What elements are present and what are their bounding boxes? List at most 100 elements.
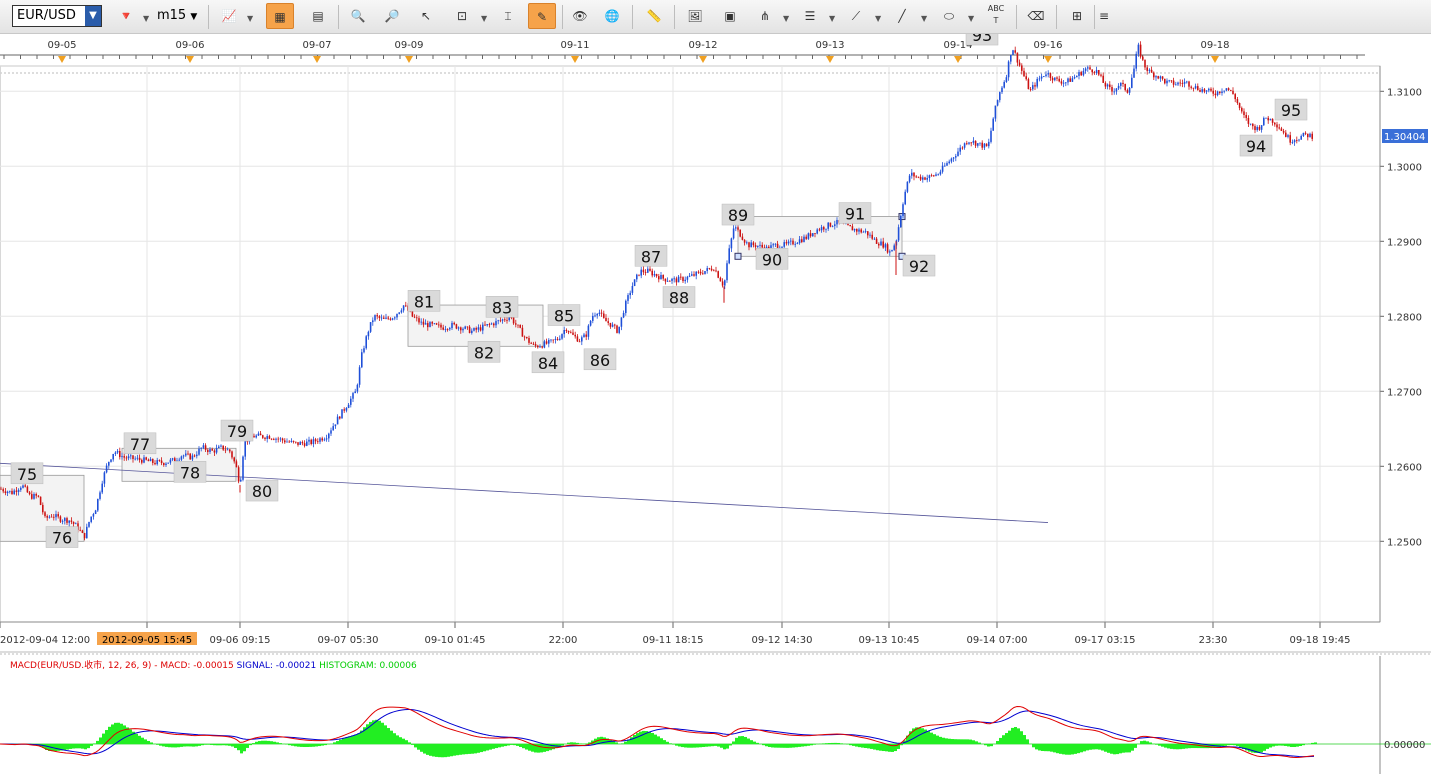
candle-body [1007, 61, 1010, 78]
macd-histogram-bar [1314, 742, 1317, 744]
macd-histogram-bar [675, 744, 678, 746]
chevron-down-icon[interactable]: ▼ [829, 14, 835, 23]
chevron-down-icon[interactable]: ▼ [85, 6, 101, 26]
timeframe-select[interactable]: m15 ▼ [157, 8, 197, 23]
candle-body [1025, 76, 1027, 80]
macd-histogram-bar [603, 737, 606, 744]
line-tool-icon[interactable]: ⟋ [842, 3, 870, 29]
candle-body [1197, 86, 1199, 90]
bar-chart-icon[interactable]: ▤ [304, 3, 332, 29]
draw-icon[interactable]: ✎ [528, 3, 556, 29]
zoom-out-icon[interactable]: 🔎 [378, 3, 406, 29]
candle-body [477, 327, 480, 330]
text-icon[interactable]: ABC T [982, 3, 1010, 29]
candle-body [759, 244, 761, 246]
ruler-icon[interactable]: 📏 [640, 3, 668, 29]
image-icon[interactable]: 🖼 [681, 3, 709, 29]
candle-body [682, 277, 684, 282]
macd-histogram-bar [648, 731, 651, 744]
globe-icon[interactable]: 🌐 [598, 3, 626, 29]
wave-label-text: 80 [252, 482, 272, 501]
chevron-down-icon[interactable]: ▼ [968, 14, 974, 23]
candle-body [1091, 69, 1093, 73]
candle-body [405, 305, 407, 307]
more-icon[interactable]: ≡ [1094, 3, 1114, 29]
candle-body [453, 322, 455, 325]
box-handle [734, 252, 742, 260]
macd-legend-entry: SIGNAL: -0.00021 [237, 661, 319, 671]
chevron-down-icon[interactable]: ▼ [875, 14, 881, 23]
object-tree-icon[interactable]: ⊞ [1063, 3, 1091, 29]
wave-label: 90 [755, 248, 789, 270]
candle-body [473, 328, 475, 331]
macd-histogram-bar [147, 740, 150, 744]
macd-histogram-bar [705, 744, 708, 747]
pitchfork-icon[interactable]: ⋔ [751, 3, 779, 29]
eye-icon[interactable]: 👁 [566, 3, 594, 29]
macd-histogram-bar [495, 744, 498, 749]
zoom-in-icon[interactable]: 🔍 [344, 3, 372, 29]
candle-body [968, 142, 970, 144]
cursor-icon[interactable]: ↖ [412, 3, 440, 29]
wave-label-text: 89 [728, 206, 748, 225]
macd-histogram-bar [1074, 744, 1077, 754]
template-icon[interactable]: ▣ [716, 3, 744, 29]
candle-body [493, 323, 495, 326]
candle-body [741, 236, 744, 240]
macd-histogram-bar [288, 744, 291, 746]
macd-histogram-bar [720, 744, 723, 748]
macd-histogram-bar [1092, 744, 1095, 750]
symbol-select[interactable]: EUR/USD ▼ [12, 5, 102, 27]
candle-body [1146, 67, 1148, 71]
y-tick-label: 1.3000 [1387, 162, 1422, 173]
macd-histogram-bar [1263, 744, 1266, 751]
ellipse-icon[interactable]: ⬭ [935, 3, 963, 29]
candle-body [1051, 77, 1054, 81]
candle-body [167, 462, 169, 464]
candle-body [339, 416, 341, 419]
macd-histogram-bar [315, 744, 318, 747]
candle-body [1023, 70, 1025, 77]
candlestick-icon[interactable]: ▦ [266, 3, 294, 29]
macd-histogram-bar [1122, 744, 1125, 753]
date-marker-icon [699, 56, 707, 63]
fibonacci-icon[interactable]: ☰ [796, 3, 824, 29]
trend-line-icon[interactable]: ╱ [888, 3, 916, 29]
candle-body [1276, 124, 1278, 128]
macd-histogram-bar [321, 744, 324, 746]
crosshair-icon[interactable]: ⌶ [494, 3, 522, 29]
candle-body [1205, 90, 1208, 92]
chevron-down-icon[interactable]: ▼ [143, 14, 149, 23]
macd-histogram-bar [399, 737, 402, 744]
candle-body [928, 175, 931, 179]
macd-histogram-bar [585, 743, 588, 744]
chevron-down-icon[interactable]: ▼ [247, 14, 253, 23]
macd-histogram-bar [1158, 744, 1161, 746]
candle-body [13, 490, 15, 495]
macd-histogram-bar [1056, 744, 1059, 754]
macd-histogram-bar [642, 730, 645, 744]
candle-body [1256, 126, 1258, 131]
chevron-down-icon[interactable]: ▼ [783, 14, 789, 23]
candle-body [1131, 77, 1133, 88]
macd-histogram-bar [921, 728, 924, 744]
candle-body [1058, 78, 1060, 82]
candle-body [295, 441, 297, 443]
macd-histogram-bar [159, 744, 162, 746]
symbol-value: EUR/USD [17, 8, 76, 23]
candle-body [1104, 82, 1107, 87]
chart-type-icon[interactable]: 📈 [215, 3, 243, 29]
candle-body [787, 241, 790, 244]
candle-body [429, 322, 431, 328]
zoom-area-icon[interactable]: ⊡ [448, 3, 476, 29]
chevron-down-icon[interactable]: ▼ [921, 14, 927, 23]
time-tick-label: 09-11 18:15 [642, 635, 703, 646]
macd-histogram-bar [537, 744, 540, 753]
price-chart[interactable]: 09-05 09-06 09-07 09-09 09-11 09-12 09-13 09-14… [0, 34, 1431, 774]
macd-histogram-bar [234, 744, 237, 748]
chevron-down-icon[interactable]: ▼ [481, 14, 487, 23]
indicator-icon[interactable]: 🔻 [112, 3, 140, 29]
candle-body [1170, 80, 1173, 82]
eraser-icon[interactable]: ⌫ [1022, 3, 1050, 29]
candle-body [600, 312, 603, 314]
